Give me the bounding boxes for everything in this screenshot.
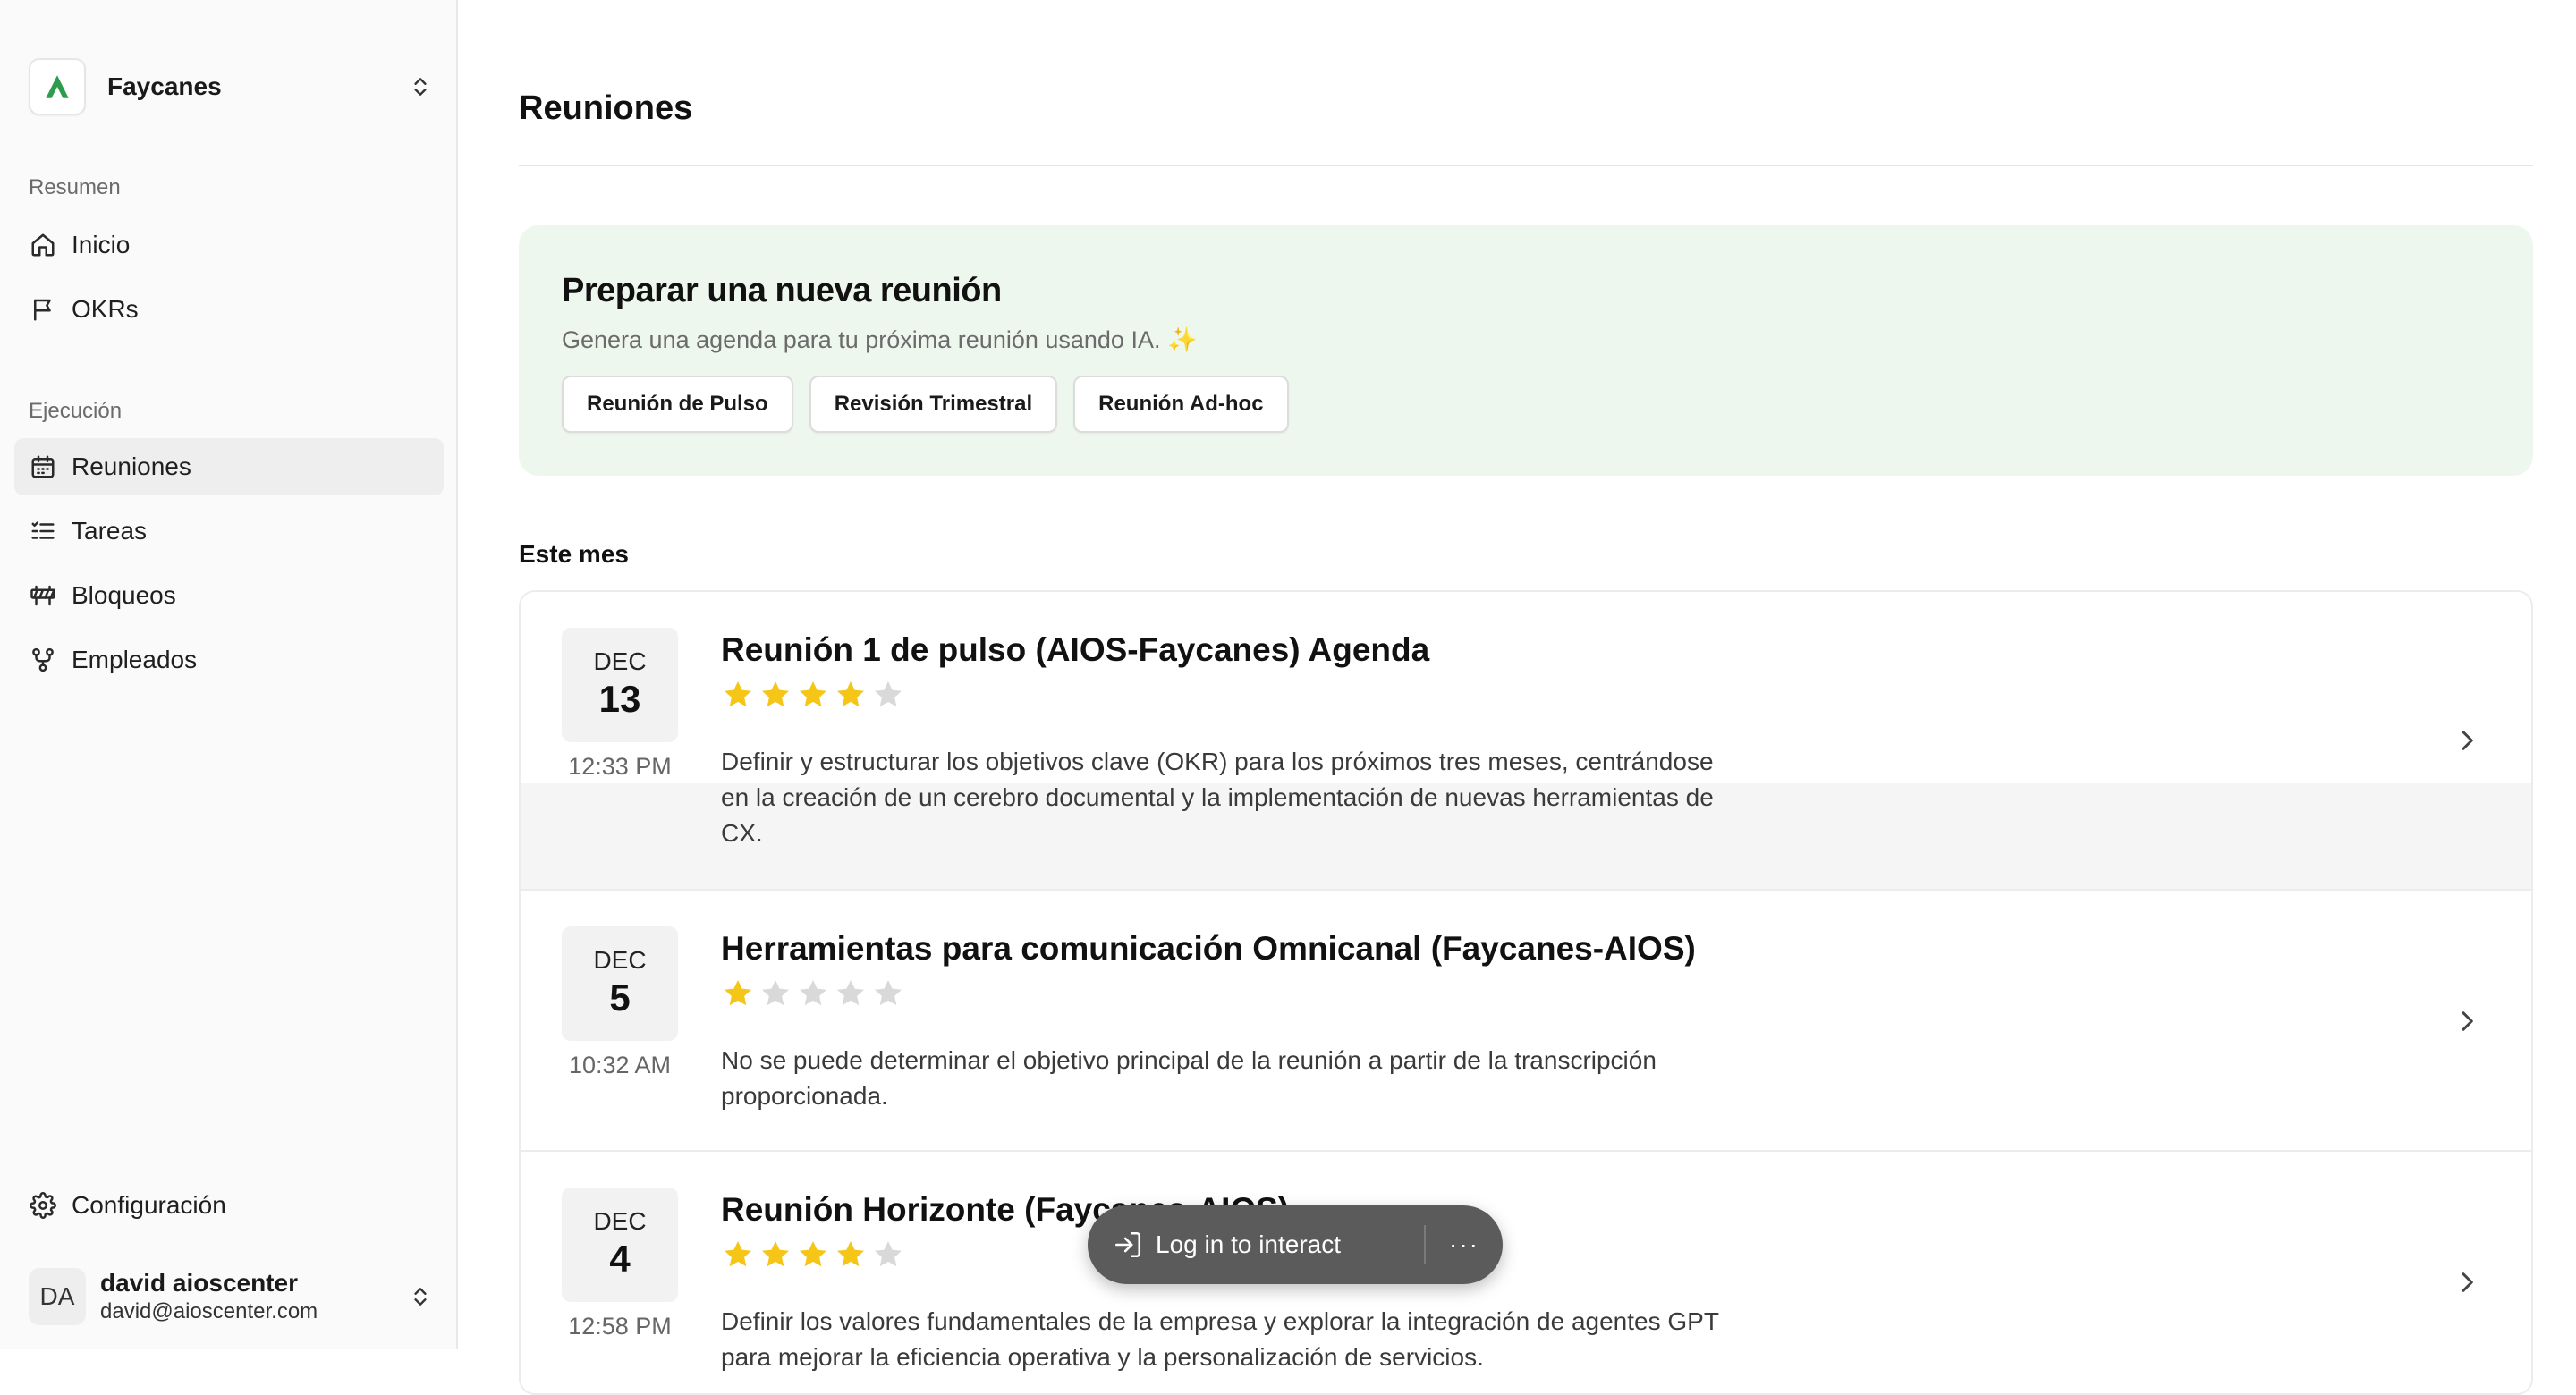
login-label: Log in to interact — [1156, 1230, 1342, 1258]
sidebar-item-label: Inicio — [72, 231, 131, 258]
calendar-icon — [29, 452, 57, 481]
meeting-description: Definir y estructurar los objetivos clav… — [721, 748, 1714, 847]
meeting-row[interactable]: DEC 4 12:58 PM Reunión Horizonte (Faycan… — [521, 1150, 2531, 1393]
sidebar-item-okrs[interactable]: OKRs — [14, 281, 444, 338]
date-month: DEC — [593, 946, 647, 974]
star-filled-icon — [796, 1238, 830, 1276]
date-badge: DEC 4 — [562, 1188, 678, 1302]
month-section-label: Este mes — [519, 540, 629, 568]
list-check-icon — [29, 517, 57, 545]
star-empty-icon — [871, 976, 905, 1015]
quarterly-review-button[interactable]: Revisión Trimestral — [809, 376, 1058, 433]
avatar: DA — [29, 1268, 86, 1325]
sidebar-item-label: Reuniones — [72, 452, 191, 480]
star-filled-icon — [758, 1238, 792, 1276]
sidebar-item-bloqueos[interactable]: Bloqueos — [14, 567, 444, 624]
login-icon — [1114, 1231, 1141, 1258]
meeting-time: 10:32 AM — [568, 1052, 672, 1078]
user-name: david aioscenter — [100, 1269, 298, 1297]
date-day: 13 — [598, 678, 641, 720]
sidebar: Faycanes Resumen Inicio OKRs Ejecución R… — [0, 0, 458, 1348]
meeting-row[interactable]: DEC 5 10:32 AM Herramientas para comunic… — [521, 889, 2531, 1150]
adhoc-meeting-button[interactable]: Reunión Ad-hoc — [1073, 376, 1289, 433]
date-month: DEC — [593, 647, 647, 675]
sidebar-item-label: Bloqueos — [72, 581, 176, 609]
date-day: 5 — [609, 976, 631, 1019]
star-filled-icon — [721, 1238, 755, 1276]
gear-icon — [29, 1191, 57, 1220]
flag-icon — [29, 295, 57, 324]
sidebar-item-tareas[interactable]: Tareas — [14, 503, 444, 560]
date-day: 4 — [609, 1238, 631, 1280]
divider — [519, 165, 2533, 166]
prepare-subtitle: Genera una agenda para tu próxima reunió… — [562, 326, 1198, 353]
meeting-time: 12:58 PM — [568, 1313, 672, 1340]
meeting-list: DEC 13 12:33 PM Reunión 1 de pulso (AIOS… — [519, 590, 2533, 1395]
sidebar-item-label: Configuración — [72, 1191, 226, 1219]
star-filled-icon — [721, 678, 755, 716]
prepare-title: Preparar una nueva reunión — [562, 272, 1002, 309]
meeting-row[interactable]: DEC 13 12:33 PM Reunión 1 de pulso (AIOS… — [521, 592, 2531, 889]
meeting-title: Herramientas para comunicación Omnicanal… — [721, 930, 1696, 967]
rating-stars — [721, 976, 905, 1015]
org-tree-icon — [29, 646, 57, 674]
section-label-ejecucion: Ejecución — [29, 399, 123, 423]
meeting-time: 12:33 PM — [568, 753, 672, 780]
org-switcher[interactable]: Faycanes — [29, 55, 436, 118]
date-month: DEC — [593, 1207, 647, 1235]
meeting-title: Reunión 1 de pulso (AIOS-Faycanes) Agend… — [721, 631, 1430, 668]
user-email: david@aioscenter.com — [100, 1299, 318, 1323]
sidebar-item-reuniones[interactable]: Reuniones — [14, 438, 444, 495]
meeting-description: Definir los valores fundamentales de la … — [721, 1307, 1719, 1371]
login-button[interactable]: Log in to interact — [1088, 1205, 1424, 1284]
chevron-right-icon — [2462, 1011, 2473, 1031]
rating-stars — [721, 678, 905, 716]
org-name: Faycanes — [107, 72, 222, 100]
roadblock-icon — [29, 581, 57, 610]
date-badge: DEC 5 — [562, 926, 678, 1041]
star-empty-icon — [796, 976, 830, 1015]
star-filled-icon — [721, 976, 755, 1015]
sidebar-item-label: OKRs — [72, 295, 139, 323]
sidebar-item-configuracion[interactable]: Configuración — [14, 1177, 444, 1234]
org-logo — [29, 58, 86, 115]
pulse-meeting-button[interactable]: Reunión de Pulso — [562, 376, 793, 433]
star-empty-icon — [758, 976, 792, 1015]
star-empty-icon — [871, 1238, 905, 1276]
meeting-description: No se puede determinar el objetivo princ… — [721, 1046, 1657, 1110]
login-overlay-pill: Log in to interact ··· — [1088, 1205, 1503, 1284]
sidebar-item-empleados[interactable]: Empleados — [14, 631, 444, 689]
sidebar-item-inicio[interactable]: Inicio — [14, 216, 444, 274]
date-badge: DEC 13 — [562, 628, 678, 742]
page-title: Reuniones — [519, 89, 693, 127]
chevron-up-down-icon[interactable] — [404, 1281, 436, 1313]
star-filled-icon — [796, 678, 830, 716]
chevron-up-down-icon[interactable] — [404, 71, 436, 103]
user-menu[interactable]: DA david aioscenter david@aioscenter.com — [29, 1263, 436, 1331]
more-options-button[interactable]: ··· — [1426, 1205, 1503, 1284]
rating-stars — [721, 1238, 905, 1276]
star-empty-icon — [871, 678, 905, 716]
star-filled-icon — [834, 678, 868, 716]
home-icon — [29, 231, 57, 259]
star-filled-icon — [758, 678, 792, 716]
sidebar-item-label: Empleados — [72, 646, 198, 673]
sidebar-item-label: Tareas — [72, 517, 148, 545]
prepare-meeting-card: Preparar una nueva reunión Genera una ag… — [519, 225, 2533, 476]
chevron-right-icon — [2462, 731, 2473, 750]
chevron-right-icon — [2462, 1272, 2473, 1292]
star-filled-icon — [834, 1238, 868, 1276]
star-empty-icon — [834, 976, 868, 1015]
section-label-resumen: Resumen — [29, 175, 121, 199]
